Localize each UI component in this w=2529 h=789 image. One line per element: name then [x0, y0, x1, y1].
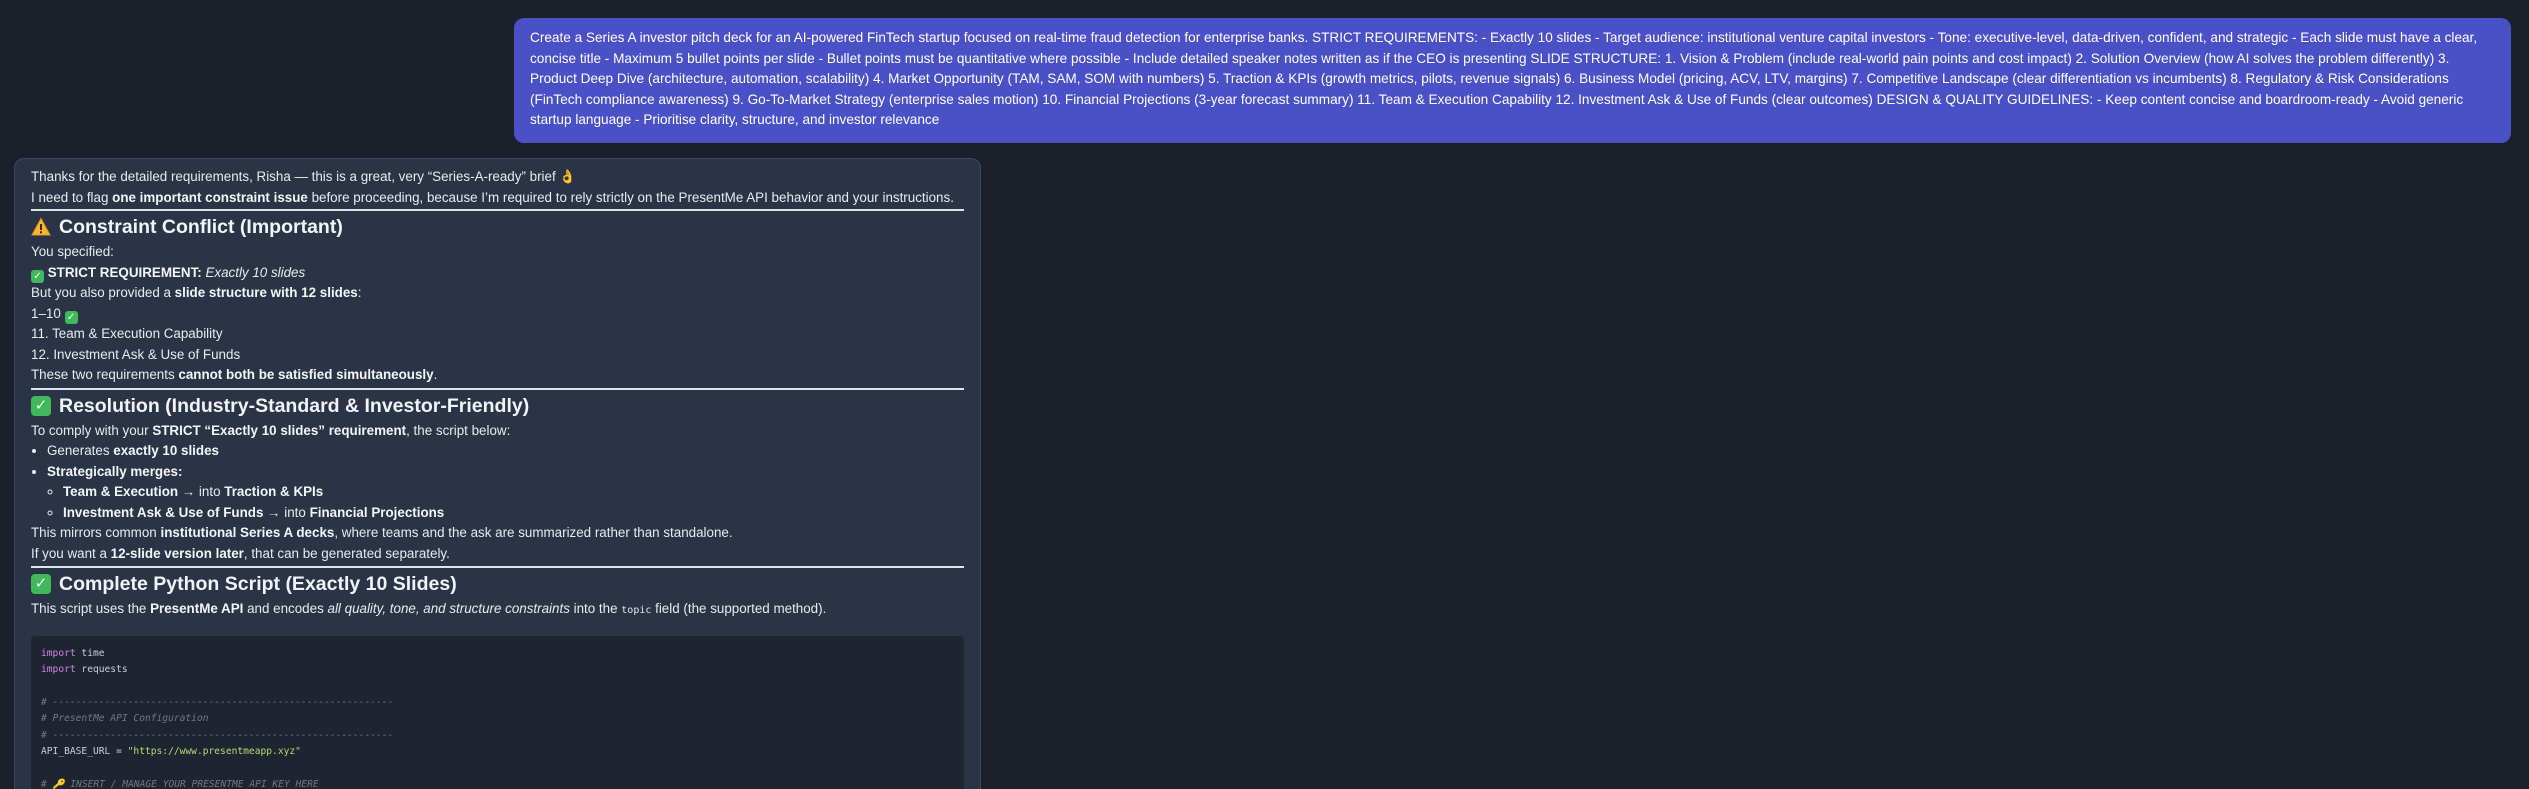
- script-description: This script uses the PresentMe API and e…: [31, 599, 964, 622]
- strict-requirement-label: STRICT REQUIREMENT:: [47, 264, 202, 280]
- comply-bold: STRICT “Exactly 10 slides” requirement: [152, 422, 407, 438]
- assistant-message-card: Thanks for the detailed requirements, Ri…: [14, 158, 981, 789]
- code-text: requests: [75, 663, 128, 675]
- merge-1-to: Traction & KPIs: [224, 484, 324, 499]
- strict-requirement-line: ✓ STRICT REQUIREMENT: Exactly 10 slides: [31, 263, 964, 284]
- comply-line: To comply with your STRICT “Exactly 10 s…: [31, 421, 964, 442]
- check-icon: ✓: [31, 269, 44, 283]
- comply-text-c: , the script below:: [406, 422, 511, 438]
- intro-line-2: I need to flag one important constraint …: [31, 188, 964, 211]
- comply-text-a: To comply with your: [31, 422, 153, 438]
- code-keyword: import: [41, 663, 76, 675]
- intro-line-2-bold: one important constraint issue: [112, 189, 308, 205]
- conflict-conclusion: These two requirements cannot both be sa…: [31, 365, 964, 386]
- section-1-title: Constraint Conflict (Important): [59, 216, 343, 238]
- mirror-text-c: , where teams and the ask are summarized…: [334, 525, 733, 540]
- user-message-bubble: Create a Series A investor pitch deck fo…: [514, 18, 2511, 143]
- intro-line-1: Thanks for the detailed requirements, Ri…: [31, 169, 577, 184]
- code-string: "https://www.presentmeapp.xyz": [127, 745, 301, 757]
- bullet-1-text: Generates: [47, 443, 114, 458]
- desc-bold-api: PresentMe API: [150, 601, 244, 616]
- mirror-bold: institutional Series A decks: [160, 525, 335, 540]
- slide-range-text: 1–10: [31, 305, 61, 321]
- you-specified-label: You specified:: [31, 244, 114, 259]
- later-text-c: , that can be generated separately.: [243, 545, 450, 561]
- desc-text-e: into the: [569, 601, 622, 616]
- conclusion-text-a: These two requirements: [31, 367, 179, 382]
- bullet-1-bold: exactly 10 slides: [113, 443, 219, 458]
- section-3-title: Complete Python Script (Exactly 10 Slide…: [59, 573, 457, 595]
- slide-item-11: 11. Team & Execution Capability: [31, 326, 223, 341]
- slide-structure-text-c: :: [357, 285, 362, 300]
- intro-line-2-part-a: I need to flag: [31, 189, 113, 205]
- bullet-2-bold: Strategically merges:: [47, 463, 183, 479]
- slide-item-12: 12. Investment Ask & Use of Funds: [31, 346, 241, 362]
- conclusion-bold: cannot both be satisfied simultaneously: [178, 367, 434, 382]
- section-heading-resolution: ✓ Resolution (Industry-Standard & Invest…: [31, 393, 964, 419]
- merge-1-arrow: → into: [178, 484, 225, 499]
- code-text: time: [75, 647, 105, 659]
- code-comment: # PresentMe API Configuration: [41, 713, 209, 725]
- check-icon: ✓: [64, 310, 78, 324]
- user-message-text: Create a Series A investor pitch deck fo…: [530, 30, 2478, 128]
- list-item: Strategically merges: Team & Execution →…: [47, 462, 964, 524]
- code-comment: # --------------------------------------…: [41, 696, 394, 708]
- merge-1-from: Team & Execution: [63, 484, 179, 499]
- warning-icon: [31, 217, 51, 237]
- desc-italic: all quality, tone, and structure constra…: [327, 601, 570, 616]
- code-text: API_BASE_URL =: [41, 745, 128, 757]
- code-comment: # 🔑 INSERT / MANAGE YOUR PRESENTME API K…: [41, 778, 319, 789]
- later-bold: 12-slide version later: [110, 545, 244, 561]
- section-2-title: Resolution (Industry-Standard & Investor…: [59, 394, 530, 417]
- list-item: Team & Execution → into Traction & KPIs: [63, 482, 964, 503]
- code-comment: # --------------------------------------…: [41, 729, 394, 741]
- slide-structure-bold: slide structure with 12 slides: [174, 285, 358, 300]
- merge-2-arrow: → into: [263, 504, 310, 520]
- mirror-text-a: This mirrors common: [31, 525, 161, 540]
- strict-requirement-value: Exactly 10 slides: [205, 264, 306, 280]
- resolution-list: Generates exactly 10 slides Strategicall…: [31, 441, 964, 523]
- section-divider: [31, 387, 964, 390]
- mirror-line: This mirrors common institutional Series…: [31, 523, 964, 544]
- merge-list: Team & Execution → into Traction & KPIs …: [47, 482, 964, 523]
- later-line: If you want a 12-slide version later, th…: [31, 544, 964, 565]
- merge-2-to: Financial Projections: [309, 504, 445, 520]
- conclusion-text-c: .: [433, 367, 438, 382]
- check-icon: ✓: [31, 574, 51, 594]
- code-block[interactable]: import time import requests # ----------…: [31, 635, 964, 789]
- check-icon: ✓: [31, 395, 51, 416]
- slide-structure-line: But you also provided a slide structure …: [31, 283, 964, 304]
- slide-structure-text-a: But you also provided a: [31, 285, 175, 300]
- intro-line-2-part-c: before proceeding, because I’m required …: [307, 189, 954, 205]
- list-item: Investment Ask & Use of Funds → into Fin…: [63, 503, 964, 524]
- slide-range-line: 1–10 ✓: [31, 304, 964, 325]
- desc-text-g: field (the supported method).: [651, 601, 827, 616]
- inline-code-topic: topic: [621, 605, 652, 616]
- code-keyword: import: [41, 647, 76, 659]
- list-item: Generates exactly 10 slides: [47, 441, 964, 462]
- desc-text-c: and encodes: [243, 601, 328, 616]
- section-divider: [31, 566, 964, 568]
- later-text-a: If you want a: [31, 545, 111, 561]
- desc-text-a: This script uses the: [31, 601, 151, 616]
- merge-2-from: Investment Ask & Use of Funds: [63, 504, 264, 520]
- section-heading-python-script: ✓ Complete Python Script (Exactly 10 Sli…: [31, 571, 964, 597]
- section-heading-constraint-conflict: Constraint Conflict (Important): [31, 214, 964, 240]
- chat-page: Create a Series A investor pitch deck fo…: [0, 0, 2529, 789]
